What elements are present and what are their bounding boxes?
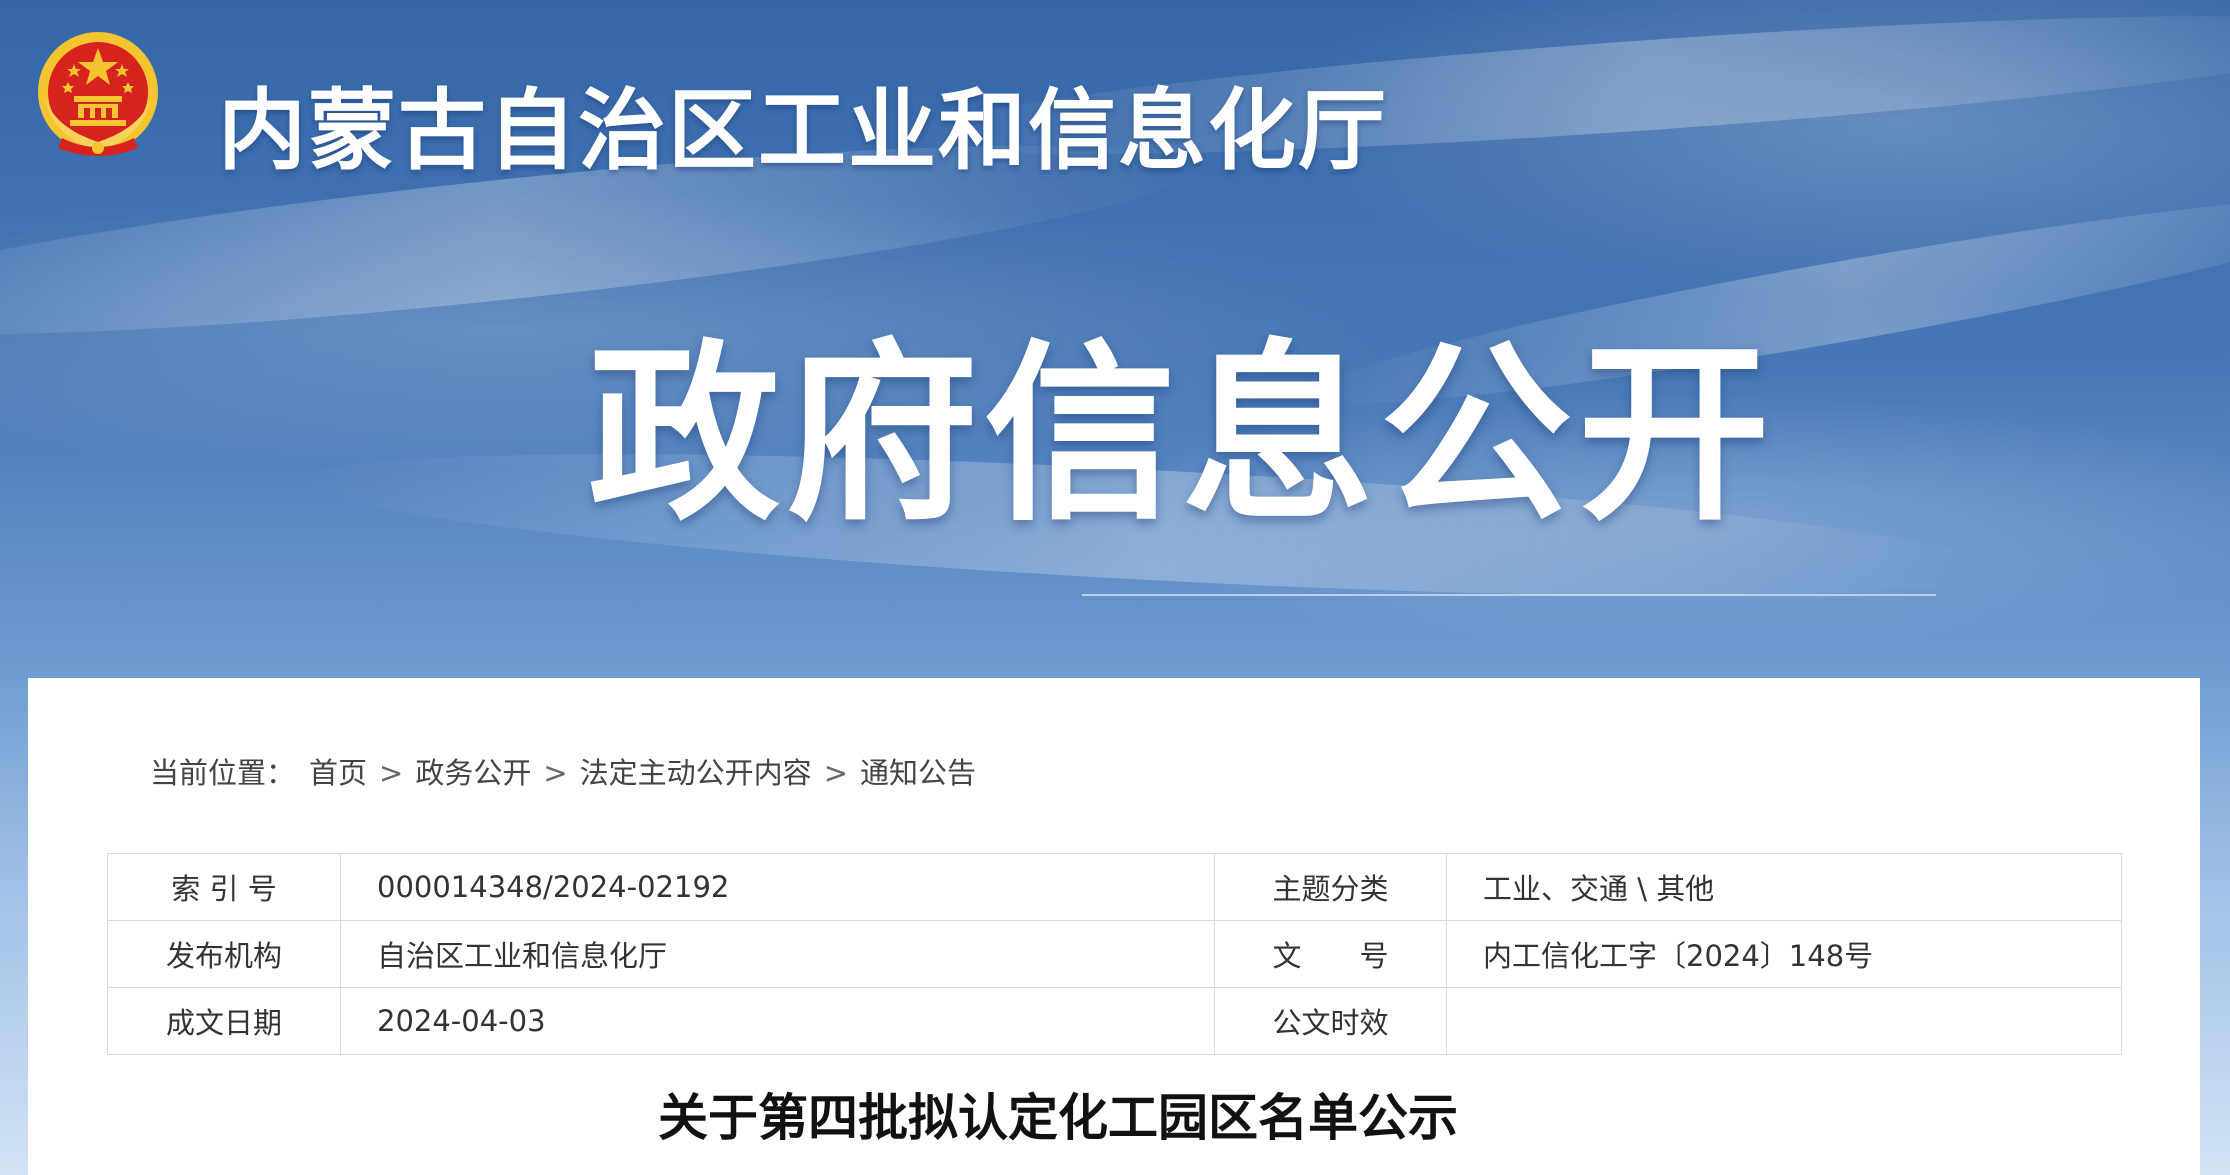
table-row: 索 引 号 000014348/2024-02192 主题分类 工业、交通 \ … <box>107 853 2122 921</box>
creation-date-value: 2024-04-03 <box>340 987 1215 1055</box>
issuing-agency-value: 自治区工业和信息化厅 <box>340 920 1215 988</box>
validity-value <box>1446 987 2122 1055</box>
issuing-agency-label: 发布机构 <box>107 920 341 988</box>
breadcrumb-item-statutory-disclosure[interactable]: 法定主动公开内容 <box>580 756 812 790</box>
site-title: 内蒙古自治区工业和信息化厅 <box>218 79 1389 182</box>
index-number-label: 索 引 号 <box>107 853 341 921</box>
breadcrumb-separator: > <box>379 756 404 790</box>
table-row: 成文日期 2024-04-03 公文时效 <box>107 987 2122 1055</box>
section-title: 政府信息公开 <box>588 324 1776 547</box>
topic-category-value: 工业、交通 \ 其他 <box>1446 853 2122 921</box>
breadcrumb-separator: > <box>543 756 568 790</box>
breadcrumb-item-home[interactable]: 首页 <box>309 756 367 790</box>
breadcrumb-separator: > <box>823 756 848 790</box>
table-row: 发布机构 自治区工业和信息化厅 文 号 内工信化工字〔2024〕148号 <box>107 920 2122 988</box>
breadcrumb-item-notices[interactable]: 通知公告 <box>860 756 976 790</box>
breadcrumb-item-government-affairs[interactable]: 政务公开 <box>415 756 531 790</box>
document-metadata-table: 索 引 号 000014348/2024-02192 主题分类 工业、交通 \ … <box>107 853 2122 1055</box>
national-emblem-icon <box>34 30 162 162</box>
breadcrumb-prefix: 当前位置： <box>150 756 296 790</box>
section-divider <box>1082 594 1936 596</box>
document-number-value: 内工信化工字〔2024〕148号 <box>1446 920 2122 988</box>
document-number-label: 文 号 <box>1214 920 1447 988</box>
creation-date-label: 成文日期 <box>107 987 341 1055</box>
index-number-value: 000014348/2024-02192 <box>340 853 1215 921</box>
validity-label: 公文时效 <box>1214 987 1447 1055</box>
document-title: 关于第四批拟认定化工园区名单公示 <box>658 1089 1458 1147</box>
content-panel: 当前位置： 首页 > 政务公开 > 法定主动公开内容 > 通知公告 索 引 号 0000143… <box>28 678 2200 1175</box>
breadcrumb: 当前位置： 首页 > 政务公开 > 法定主动公开内容 > 通知公告 <box>150 750 976 792</box>
topic-category-label: 主题分类 <box>1214 853 1447 921</box>
